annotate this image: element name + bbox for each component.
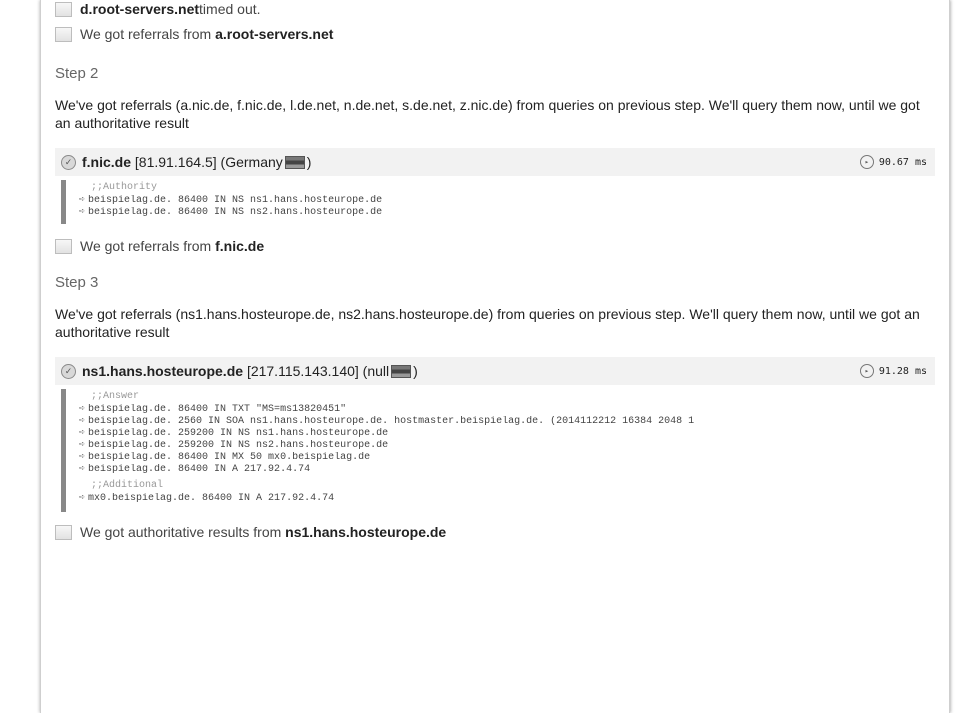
dns-record: ➪ beispielag.de. 86400 IN NS ns1.hans.hos… (79, 195, 383, 206)
step-2-description: We've got referrals (a.nic.de, f.nic.de,… (55, 97, 920, 131)
authority-section: ;;Authority ➪ beispielag.de. 86400 IN NS … (55, 180, 935, 224)
country-close: ) (306, 154, 312, 170)
authoritative-prefix: We got authoritative results from (80, 524, 282, 540)
dns-record: ➪ beispielag.de. 86400 IN NS ns2.hans.hos… (79, 207, 383, 218)
section-label: ;;Additional (91, 480, 164, 491)
step-2-title: Step 2 (55, 65, 99, 82)
dns-record: ➪ beispielag.de. 86400 IN A 217.92.4.74 (79, 464, 311, 475)
dns-record: ➪ beispielag.de. 86400 IN MX 50 mx0.beisp… (79, 452, 371, 463)
arrow-right-icon: ➪ (79, 404, 86, 415)
referral-prefix: We got referrals from (80, 26, 212, 42)
answer-section: ;;Answer ➪ beispielag.de. 86400 IN TXT "M… (55, 389, 935, 481)
timeout-text: timed out. (199, 1, 261, 17)
dns-record: ➪ beispielag.de. 2560 IN SOA ns1.hans.hos… (79, 416, 695, 427)
response-time: ▸ 91.28 ms (859, 364, 927, 378)
step-3-description: We've got referrals (ns1.hans.hosteurope… (55, 306, 920, 340)
response-time-value: 90.67 ms (878, 156, 927, 168)
clock-icon: ▸ (859, 155, 874, 169)
clock-icon: ▸ (859, 364, 874, 378)
dns-record: ➪ beispielag.de. 259200 IN NS ns2.hans.ho… (79, 440, 389, 451)
checkbox-icon (55, 1, 72, 17)
authoritative-note: We got authoritative results from ns1.ha… (55, 521, 935, 543)
flag-icon (284, 155, 305, 169)
dns-record: ➪ beispielag.de. 86400 IN TXT "MS=ms13820… (79, 404, 347, 415)
flag-icon (391, 364, 412, 378)
checkbox-icon (55, 26, 72, 42)
dns-record: ➪ beispielag.de. 259200 IN NS ns1.hans.ho… (79, 428, 389, 439)
server-ip: [81.91.164.5] (134, 154, 217, 170)
timeout-host: d.root-servers.net (80, 1, 200, 17)
server-ip: [217.115.143.140] (246, 363, 359, 379)
arrow-right-icon: ➪ (79, 416, 86, 427)
section-label: ;;Authority (91, 182, 158, 193)
arrow-right-icon: ➪ (79, 440, 86, 451)
referral-note: We got referrals from f.nic.de (55, 235, 935, 257)
referral-host: a.root-servers.net (215, 26, 334, 42)
additional-section: ;;Additional ➪ mx0.beispielag.de. 86400 I… (55, 478, 935, 512)
checkbox-icon (55, 238, 72, 254)
referral-note: We got referrals from a.root-servers.net (55, 23, 935, 45)
server-country: (Germany (220, 154, 283, 170)
response-time: ▸ 90.67 ms (859, 155, 927, 169)
referral-prefix: We got referrals from (80, 238, 212, 254)
check-icon: ✓ (61, 363, 76, 379)
arrow-right-icon: ➪ (79, 207, 86, 218)
step-3-title: Step 3 (55, 274, 99, 291)
referral-host: f.nic.de (215, 238, 265, 254)
country-close: ) (413, 363, 418, 379)
arrow-right-icon: ➪ (79, 464, 86, 475)
checkbox-icon (55, 524, 72, 540)
server-header-fnic: ✓ f.nic.de [81.91.164.5] (Germany ) ▸ 90… (55, 148, 935, 176)
arrow-right-icon: ➪ (79, 195, 86, 206)
response-time-value: 91.28 ms (878, 365, 927, 377)
section-label: ;;Answer (91, 391, 140, 402)
dns-record: ➪ mx0.beispielag.de. 86400 IN A 217.92.4.… (79, 493, 335, 504)
arrow-right-icon: ➪ (79, 428, 86, 439)
arrow-right-icon: ➪ (79, 493, 86, 504)
check-icon: ✓ (61, 154, 76, 170)
server-country: (null (362, 363, 390, 379)
server-header-ns1: ✓ ns1.hans.hosteurope.de [217.115.143.14… (55, 357, 935, 385)
results-panel: d.root-servers.net timed out. We got ref… (40, 0, 950, 713)
server-host: f.nic.de (82, 154, 132, 170)
arrow-right-icon: ➪ (79, 452, 86, 463)
results-content: d.root-servers.net timed out. We got ref… (55, 0, 935, 543)
timeout-note: d.root-servers.net timed out. (55, 0, 935, 20)
server-host: ns1.hans.hosteurope.de (82, 363, 244, 379)
authoritative-host: ns1.hans.hosteurope.de (285, 524, 447, 540)
